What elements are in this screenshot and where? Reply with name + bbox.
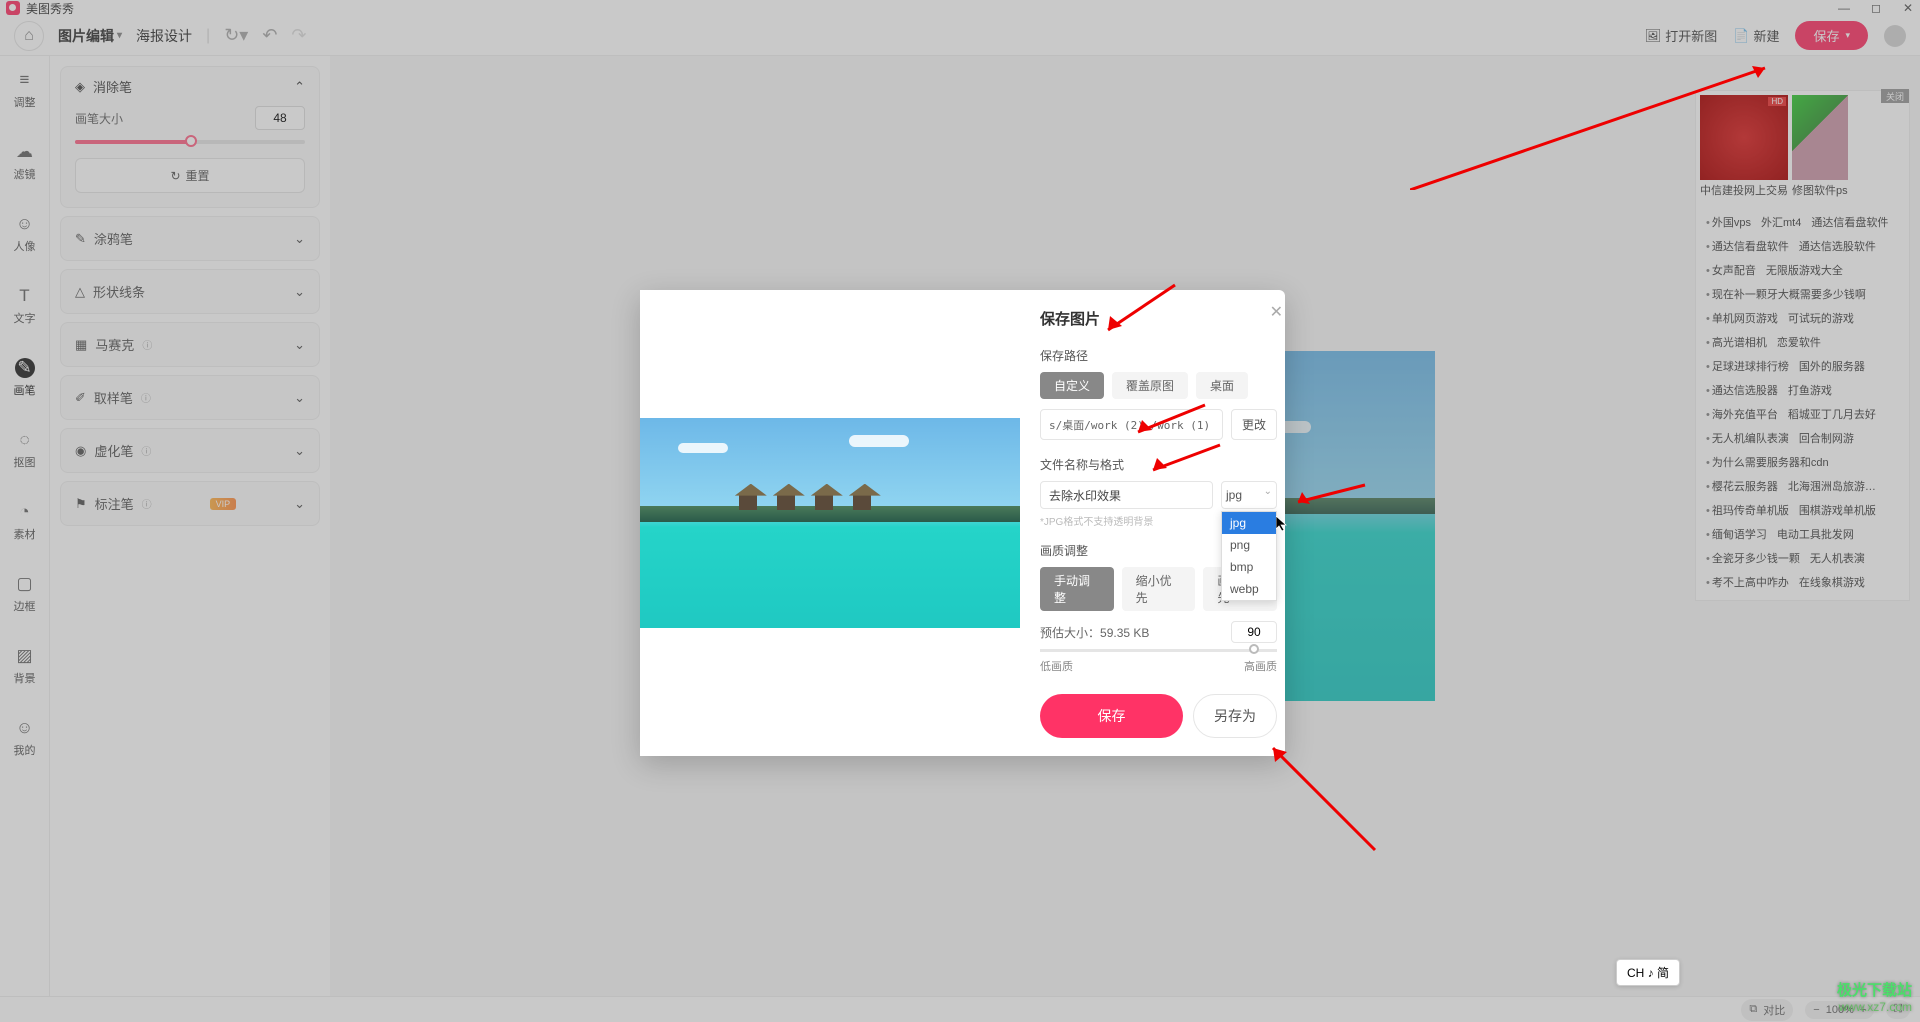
cursor-icon (1276, 516, 1288, 532)
quality-manual-pill[interactable]: 手动调整 (1040, 567, 1114, 611)
path-desktop-pill[interactable]: 桌面 (1196, 372, 1248, 399)
format-dropdown: jpg png bmp webp (1221, 511, 1277, 601)
format-option-webp[interactable]: webp (1222, 578, 1276, 600)
save-path-label: 保存路径 (1040, 347, 1277, 364)
high-quality-label: 高画质 (1244, 658, 1277, 674)
low-quality-label: 低画质 (1040, 658, 1073, 674)
modal-save-as-button[interactable]: 另存为 (1193, 694, 1277, 738)
format-option-bmp[interactable]: bmp (1222, 556, 1276, 578)
save-image-modal: 保存图片 ✕ 保存路径 自定义 覆盖原图 桌面 更改 文件名称与格式 jpg j… (640, 290, 1285, 756)
path-input[interactable] (1040, 409, 1223, 440)
est-size-value: 59.35 KB (1100, 626, 1149, 640)
quality-slider[interactable] (1040, 649, 1277, 652)
format-select[interactable]: jpg (1221, 481, 1277, 509)
quality-shrink-pill[interactable]: 缩小优先 (1122, 567, 1196, 611)
filename-input[interactable] (1040, 481, 1213, 509)
quality-value-input[interactable] (1231, 621, 1277, 643)
modal-title: 保存图片 (1040, 308, 1277, 329)
watermark: 极光下载站 www.xz7.com (1837, 982, 1912, 1014)
path-overwrite-pill[interactable]: 覆盖原图 (1112, 372, 1188, 399)
close-icon[interactable]: ✕ (1270, 302, 1283, 322)
format-option-jpg[interactable]: jpg (1222, 512, 1276, 534)
filename-format-label: 文件名称与格式 (1040, 456, 1277, 473)
path-custom-pill[interactable]: 自定义 (1040, 372, 1104, 399)
est-size-label: 预估大小： (1040, 626, 1100, 640)
modal-preview (640, 290, 1020, 756)
change-path-button[interactable]: 更改 (1231, 409, 1277, 440)
modal-save-button[interactable]: 保存 (1040, 694, 1183, 738)
ime-indicator[interactable]: CH ♪ 简 (1616, 959, 1680, 986)
format-option-png[interactable]: png (1222, 534, 1276, 556)
